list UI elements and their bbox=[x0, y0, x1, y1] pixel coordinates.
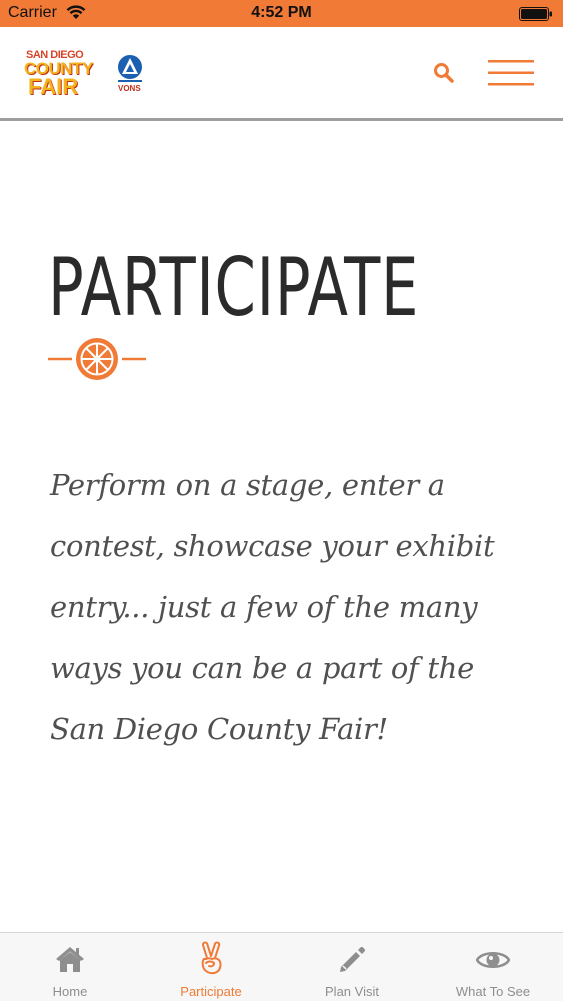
tab-what-to-see-label: What To See bbox=[455, 984, 531, 999]
san-diego-county-fair-logo[interactable]: SAN DIEGO COUNTY FAIR VONS bbox=[24, 49, 146, 99]
search-icon bbox=[434, 63, 454, 83]
clock-time: 4:52 PM bbox=[251, 4, 312, 21]
peace-hand-icon bbox=[201, 941, 222, 975]
intro-line-4: ways you can be a part of the bbox=[50, 651, 475, 685]
albertsons-logo-icon bbox=[118, 55, 142, 82]
page-title: PARTICIPATE bbox=[48, 241, 420, 334]
home-icon bbox=[56, 947, 84, 972]
tab-what-to-see[interactable]: What To See bbox=[423, 933, 563, 1001]
tab-plan-visit-label: Plan Visit bbox=[325, 984, 379, 999]
hamburger-menu-icon bbox=[488, 60, 534, 86]
tab-participate[interactable]: Participate bbox=[141, 933, 281, 1001]
wagon-wheel-icon bbox=[48, 338, 146, 380]
bottom-tab-bar: Home Participate Plan Visit What To See bbox=[0, 932, 563, 1001]
intro-line-5: San Diego County Fair! bbox=[50, 712, 388, 746]
battery-icon bbox=[519, 7, 552, 21]
intro-line-1: Perform on a stage, enter a bbox=[50, 468, 445, 502]
tab-participate-label: Participate bbox=[180, 984, 242, 999]
pencil-icon bbox=[340, 946, 366, 972]
app-header: SAN DIEGO COUNTY FAIR VONS bbox=[0, 27, 563, 121]
menu-button[interactable] bbox=[488, 59, 534, 87]
logo-line-3: FAIR bbox=[28, 74, 79, 99]
search-button[interactable] bbox=[432, 61, 458, 87]
intro-line-3: entry... just a few of the many bbox=[50, 590, 478, 624]
sponsor-name: VONS bbox=[118, 84, 141, 93]
tab-home-label: Home bbox=[52, 984, 88, 999]
tab-home[interactable]: Home bbox=[0, 933, 140, 1001]
status-bar: Carrier 4:52 PM bbox=[0, 0, 563, 27]
intro-paragraph: Perform on a stage, enter a contest, sho… bbox=[50, 455, 530, 760]
intro-line-2: contest, showcase your exhibit bbox=[50, 529, 495, 563]
eye-icon bbox=[476, 952, 510, 968]
logo-wordmark: SAN DIEGO COUNTY FAIR bbox=[24, 49, 112, 99]
tab-plan-visit[interactable]: Plan Visit bbox=[282, 933, 422, 1001]
